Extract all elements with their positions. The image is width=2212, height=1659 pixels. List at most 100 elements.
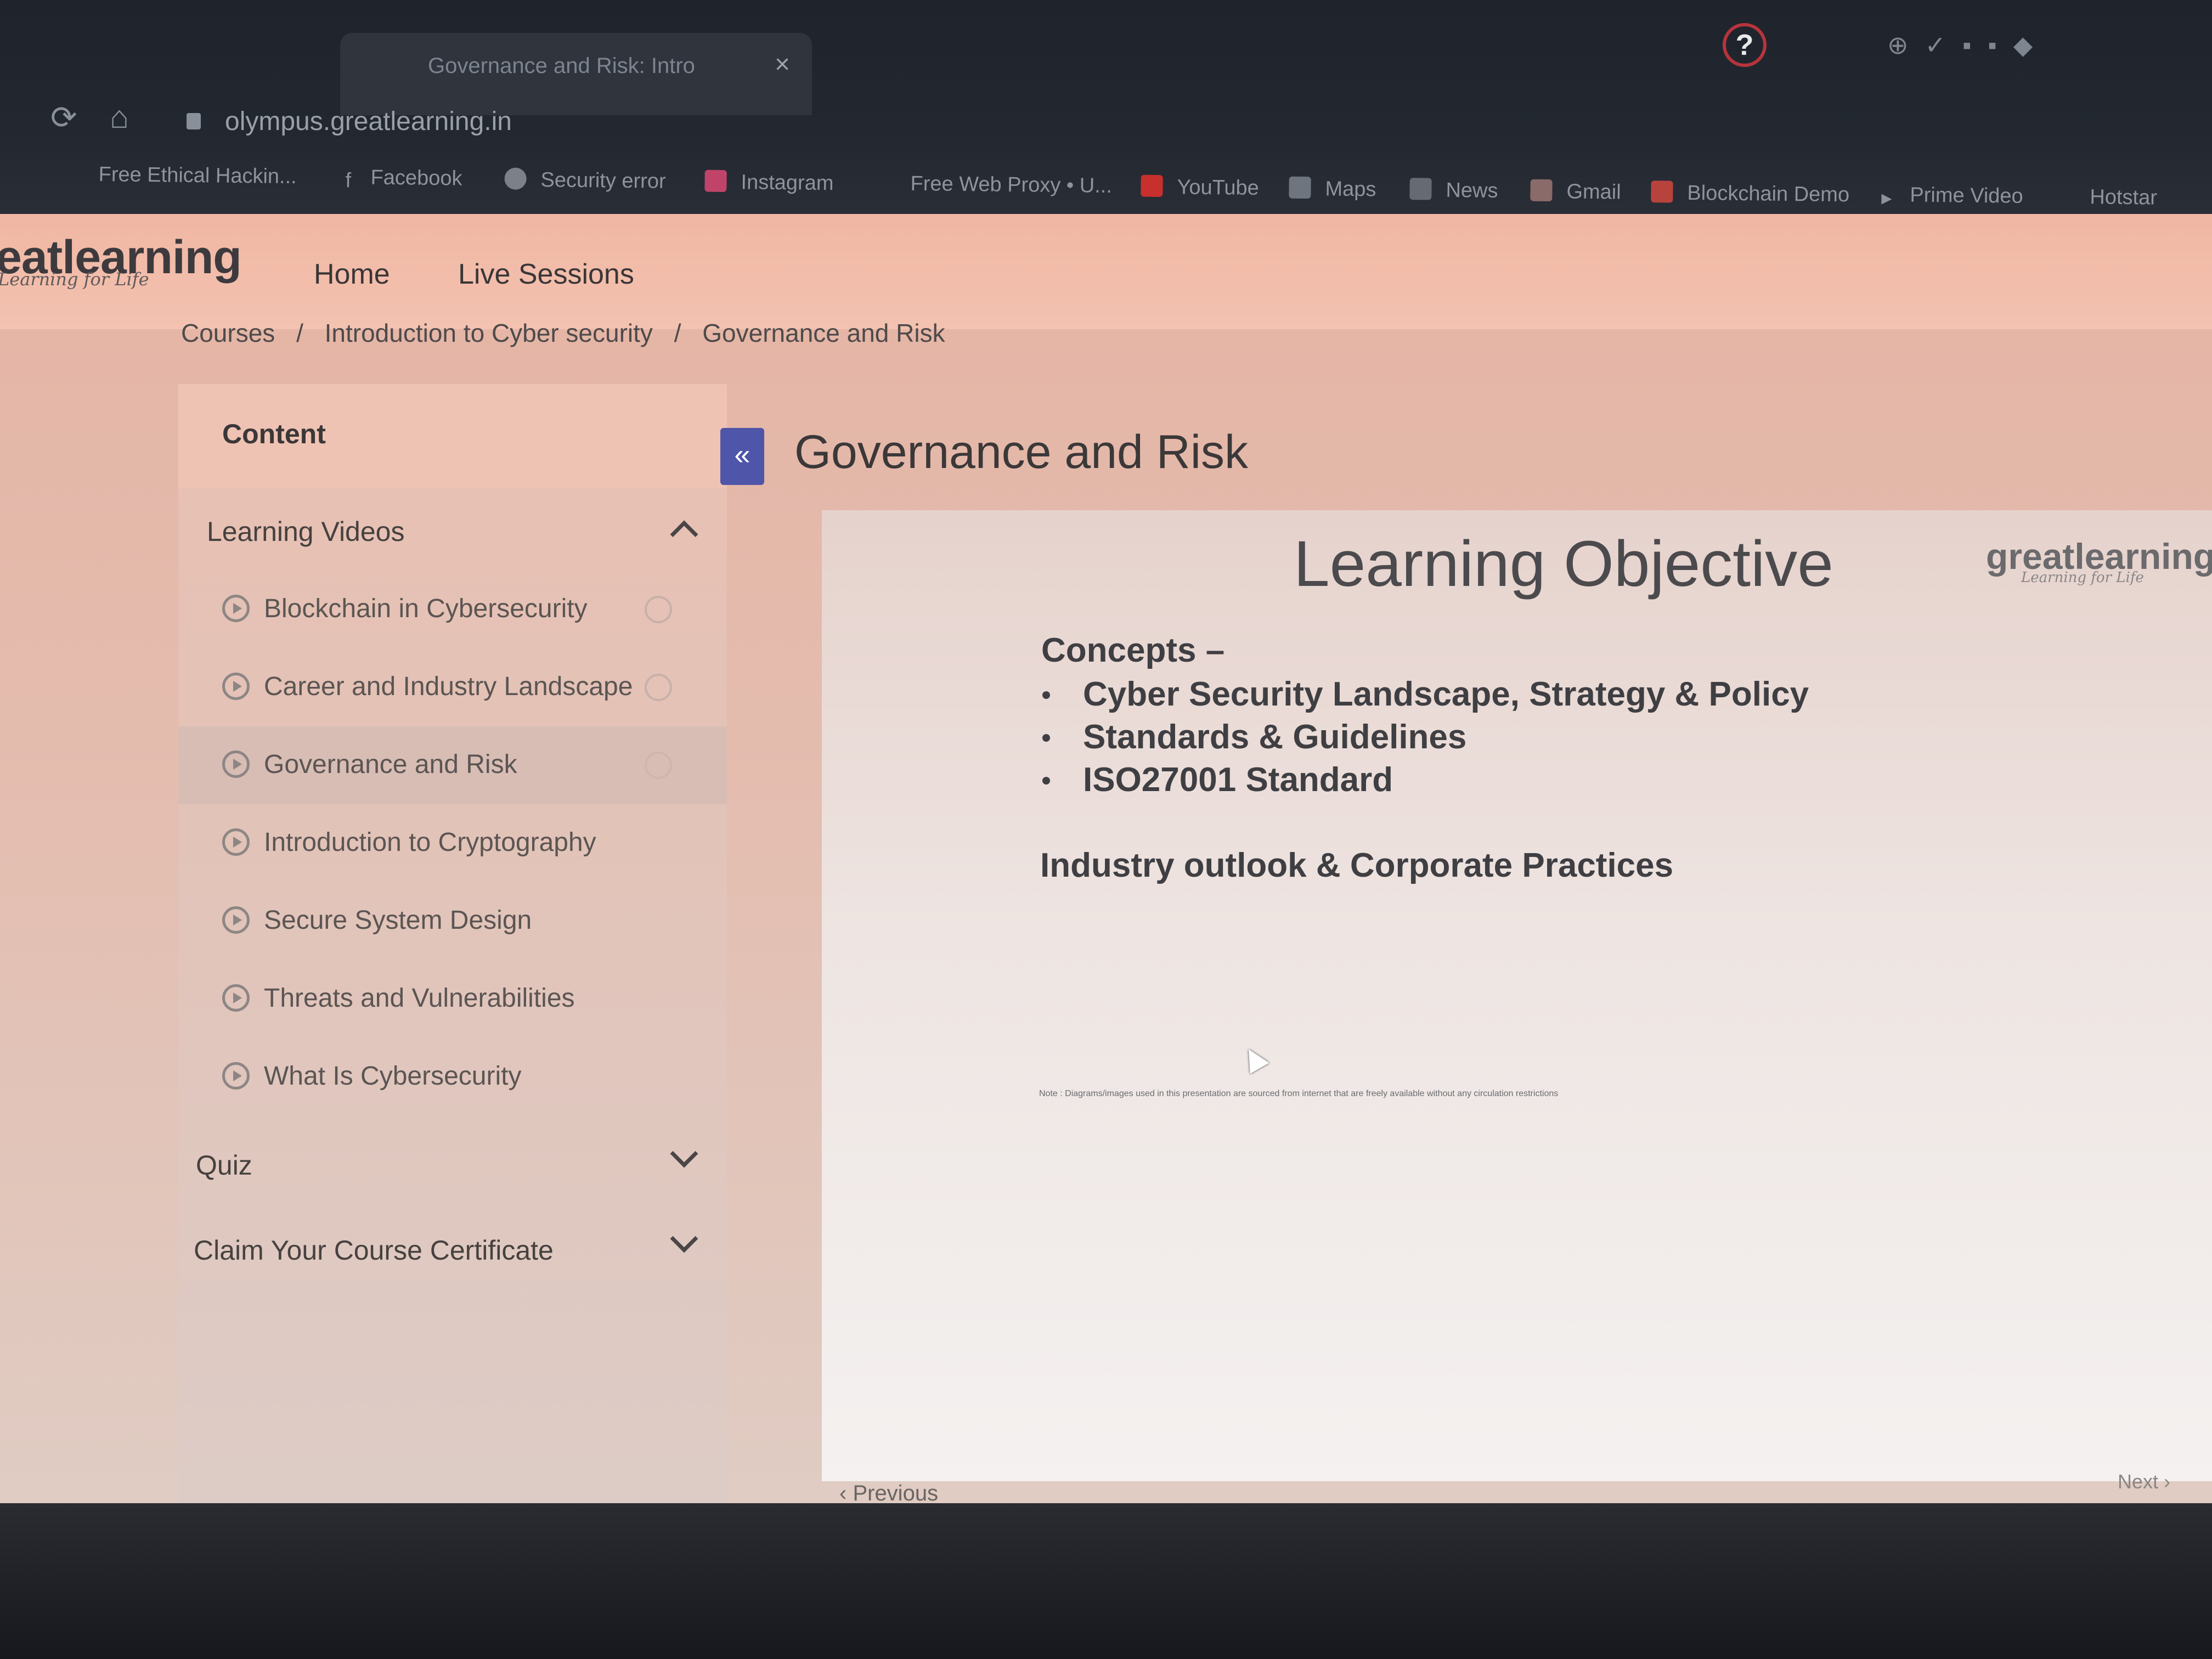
completion-status-icon — [645, 752, 672, 779]
bookmark-label: Hotstar — [2090, 185, 2158, 210]
globe-icon — [504, 167, 527, 190]
bookmark-youtube[interactable]: YouTube — [1141, 174, 1259, 200]
concept-item: Cyber Security Landscape, Strategy & Pol… — [1041, 675, 1809, 718]
concepts-heading: Concepts – — [1041, 631, 1225, 669]
mouse-cursor-icon — [1239, 1043, 1269, 1074]
bookmark-label: Instagram — [741, 171, 834, 195]
site-header: eatlearning Learning for Life Home Live … — [0, 214, 2212, 329]
section-title: Learning Videos — [207, 516, 405, 547]
slide-note: Note : Diagrams/images used in this pres… — [1039, 1089, 1559, 1098]
bookmark-label: Maps — [1325, 177, 1376, 201]
section-title: Claim Your Course Certificate — [194, 1235, 554, 1266]
address-bar: ⟳ ⌂ olympus.greatlearning.in — [0, 99, 2212, 159]
facebook-icon: f — [345, 169, 352, 193]
bookmark-label: Prime Video — [1910, 183, 2023, 208]
completion-status-icon — [645, 674, 672, 701]
video-label: Introduction to Cryptography — [264, 828, 596, 857]
play-circle-icon — [222, 751, 250, 778]
next-button[interactable]: Next › — [2118, 1470, 2170, 1493]
extension-icons[interactable]: ⊕✓▪▪◆ — [1887, 30, 2049, 60]
collapse-sidebar-button[interactable]: « — [720, 428, 764, 485]
content-title: Content — [222, 419, 326, 449]
close-icon[interactable]: × — [775, 49, 790, 80]
breadcrumb-current: Governance and Risk — [702, 319, 945, 347]
previous-button[interactable]: ‹ Previous — [839, 1481, 938, 1506]
content-sidebar: Content Learning Videos Blockchain in Cy… — [178, 384, 727, 1503]
video-item[interactable]: Career and Industry Landscape — [178, 648, 727, 726]
bookmark-label: Free Ethical Hackin... — [98, 163, 297, 189]
bookmark-maps[interactable]: Maps — [1289, 176, 1376, 202]
bookmark-security-error[interactable]: Security error — [504, 167, 666, 193]
video-item-active[interactable]: Governance and Risk — [178, 726, 727, 804]
bookmark-label: News — [1446, 178, 1498, 202]
play-circle-icon — [222, 906, 250, 934]
video-item[interactable]: Threats and Vulnerabilities — [178, 960, 727, 1038]
industry-heading: Industry outlook & Corporate Practices — [1040, 847, 1674, 884]
page: eatlearning Learning for Life Home Live … — [0, 214, 2212, 1506]
reload-icon[interactable]: ⟳ — [50, 99, 77, 136]
video-slide[interactable]: Learning Objective greatlearning Learnin… — [822, 510, 2212, 1481]
bookmark-ethical-hacking[interactable]: Free Ethical Hackin... — [98, 163, 297, 189]
concept-item: ISO27001 Standard — [1041, 760, 1809, 803]
bookmark-web-proxy[interactable]: Free Web Proxy • U... — [910, 172, 1112, 198]
completion-status-icon — [645, 596, 672, 623]
nav-home[interactable]: Home — [314, 258, 390, 291]
bookmark-label: Free Web Proxy • U... — [910, 172, 1113, 198]
home-icon[interactable]: ⌂ — [110, 99, 129, 136]
page-title: Governance and Risk — [794, 426, 1248, 478]
video-item[interactable]: What Is Cybersecurity — [178, 1038, 727, 1116]
play-icon: ▸ — [1881, 186, 1892, 210]
instagram-icon — [704, 170, 727, 193]
video-label: Threats and Vulnerabilities — [264, 984, 575, 1013]
bookmark-label: Security error — [540, 168, 666, 193]
bookmark-prime-video[interactable]: ▸ Prime Video — [1881, 183, 2023, 210]
bookmark-instagram[interactable]: Instagram — [704, 170, 834, 196]
content-header: Content — [178, 384, 727, 488]
bookmark-label: Blockchain Demo — [1687, 181, 1850, 207]
bookmark-blockchain-demo[interactable]: Blockchain Demo — [1651, 180, 1849, 207]
concept-item: Standards & Guidelines — [1041, 718, 1809, 760]
breadcrumb-separator: / — [296, 319, 303, 347]
section-learning-videos[interactable]: Learning Videos — [178, 488, 727, 571]
video-label: Career and Industry Landscape — [264, 672, 633, 701]
chevron-down-icon[interactable] — [670, 1139, 698, 1168]
chevron-up-icon[interactable] — [670, 520, 698, 549]
maps-icon — [1289, 176, 1311, 199]
bookmark-gmail[interactable]: Gmail — [1530, 179, 1621, 205]
concepts-list: Cyber Security Landscape, Strategy & Pol… — [1041, 675, 1809, 803]
gmail-icon — [1530, 179, 1553, 202]
browser-chrome: Governance and Risk: Intro × ? ⊕✓▪▪◆ ⟳ ⌂… — [0, 0, 2212, 219]
url-field[interactable]: olympus.greatlearning.in — [225, 106, 512, 137]
bookmark-news[interactable]: News — [1409, 178, 1498, 203]
breadcrumb-separator: / — [674, 319, 681, 347]
video-label: Secure System Design — [264, 906, 532, 935]
monitor-bezel — [0, 1503, 2212, 1659]
video-item[interactable]: Blockchain in Cybersecurity — [178, 571, 727, 648]
play-circle-icon — [222, 1062, 250, 1090]
video-item[interactable]: Secure System Design — [178, 882, 727, 960]
section-quiz[interactable]: Quiz — [178, 1122, 727, 1204]
youtube-icon — [1141, 174, 1163, 198]
bookmark-facebook[interactable]: f Facebook — [345, 166, 462, 193]
play-circle-icon — [222, 595, 250, 622]
previous-label: Previous — [853, 1481, 939, 1505]
play-circle-icon — [222, 828, 250, 856]
nav-live-sessions[interactable]: Live Sessions — [458, 258, 634, 291]
video-label: What Is Cybersecurity — [264, 1062, 522, 1091]
lock-icon — [187, 113, 201, 129]
breadcrumb: Courses / Introduction to Cyber security… — [181, 318, 960, 348]
bookmark-label: Facebook — [370, 166, 462, 190]
bookmark-hotstar[interactable]: Hotstar — [2090, 185, 2157, 210]
chevron-down-icon[interactable] — [670, 1224, 698, 1253]
tab-title: Governance and Risk: Intro — [428, 54, 695, 78]
section-certificate[interactable]: Claim Your Course Certificate — [178, 1207, 727, 1289]
blockchain-icon — [1651, 180, 1673, 203]
site-logo-tagline: Learning for Life — [0, 269, 149, 290]
help-icon[interactable]: ? — [1723, 23, 1767, 67]
breadcrumb-courses[interactable]: Courses — [181, 319, 275, 347]
video-item[interactable]: Introduction to Cryptography — [178, 804, 727, 882]
bookmark-label: Gmail — [1566, 180, 1621, 204]
breadcrumb-course[interactable]: Introduction to Cyber security — [325, 319, 653, 347]
news-icon — [1409, 178, 1432, 200]
play-circle-icon — [222, 984, 250, 1012]
